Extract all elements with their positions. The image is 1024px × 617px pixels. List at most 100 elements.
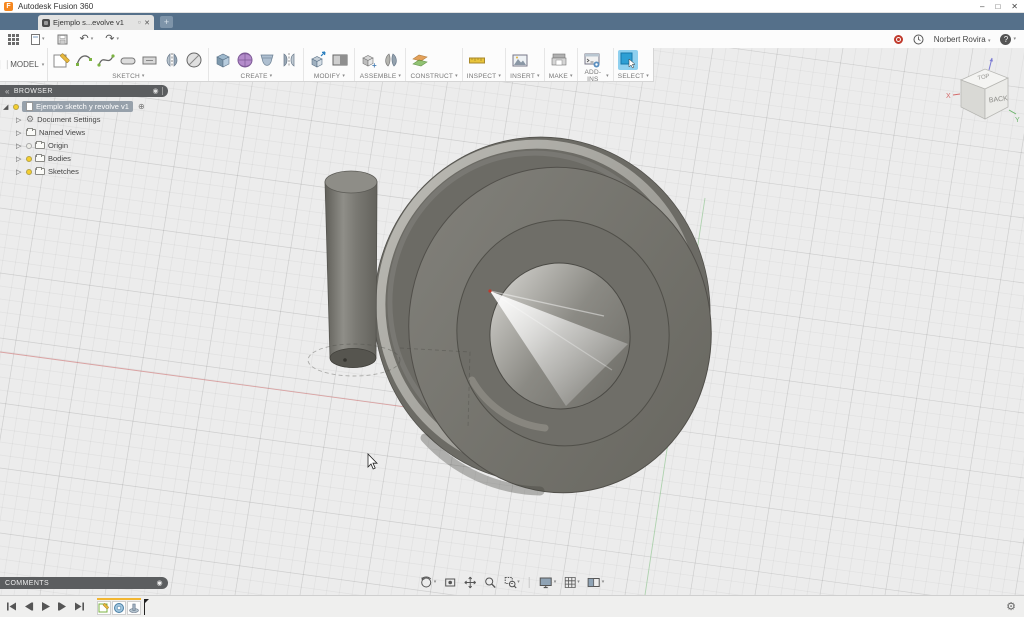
visibility-bulb-icon[interactable]	[26, 169, 32, 175]
expand-icon[interactable]: ▷	[16, 155, 23, 163]
panel-options-icon[interactable]: ◉	[152, 87, 163, 95]
add-icon[interactable]: ⊕	[138, 102, 145, 111]
minimize-button[interactable]: –	[980, 2, 984, 11]
joint-button[interactable]	[381, 50, 401, 70]
coil-button[interactable]	[235, 50, 255, 70]
revolve-button[interactable]	[279, 50, 299, 70]
undo-button[interactable]: ↶▾	[80, 34, 94, 45]
insert-image-button[interactable]	[510, 50, 530, 70]
job-status-icon[interactable]	[913, 34, 924, 45]
tree-item-label: Sketches	[48, 167, 79, 176]
zoom-button[interactable]	[483, 576, 496, 589]
tree-item-document-settings[interactable]: ▷ ⚙ Document Settings	[0, 113, 168, 126]
assemble-group-label[interactable]: ASSEMBLE▾	[359, 71, 401, 81]
document-tab[interactable]: Ejemplo s...evolve v1 ○ ✕	[38, 15, 154, 30]
construct-group-label[interactable]: CONSTRUCT▾	[410, 71, 457, 81]
new-body-button[interactable]	[213, 50, 233, 70]
step-back-button[interactable]	[23, 601, 34, 612]
look-at-button[interactable]	[443, 576, 456, 589]
redo-button[interactable]: ↷▾	[105, 34, 119, 45]
new-tab-button[interactable]: +	[160, 16, 173, 28]
app-grid-icon[interactable]	[8, 34, 19, 45]
timeline-settings-gear-icon[interactable]: ⚙	[1006, 600, 1016, 613]
file-menu-button[interactable]: ▾	[31, 34, 45, 45]
spline-tool-button[interactable]	[96, 50, 116, 70]
visibility-bulb-icon[interactable]	[26, 143, 32, 149]
visibility-bulb-icon[interactable]	[26, 156, 32, 162]
live-status-icon[interactable]	[894, 35, 903, 44]
timeline-features	[97, 598, 141, 615]
save-button[interactable]	[57, 34, 68, 45]
inspect-group-label[interactable]: INSPECT▾	[467, 71, 501, 81]
make-group-label[interactable]: MAKE▾	[549, 71, 573, 81]
quick-access-toolbar: ▾ ↶▾ ↷▾ Norbert Rovira ▾ ?▾	[0, 30, 1024, 48]
toolbar-drag-handle[interactable]: ❘❘	[0, 48, 7, 81]
expand-icon[interactable]: ◢	[3, 103, 10, 111]
tree-item-sketches[interactable]: ▷ Sketches	[0, 165, 168, 178]
tree-item-bodies[interactable]: ▷ Bodies	[0, 152, 168, 165]
user-menu[interactable]: Norbert Rovira ▾	[934, 35, 991, 44]
visibility-bulb-icon[interactable]	[13, 104, 19, 110]
origin-point	[488, 289, 491, 292]
tree-item-origin[interactable]: ▷ Origin	[0, 139, 168, 152]
press-pull-button[interactable]	[308, 50, 328, 70]
slot-tool-button[interactable]	[118, 50, 138, 70]
viewcube[interactable]: TOP BACK X Y	[945, 56, 1021, 132]
tree-item-named-views[interactable]: ▷ Named Views	[0, 126, 168, 139]
sketch-circle-button[interactable]	[184, 50, 204, 70]
step-forward-button[interactable]	[57, 601, 68, 612]
os-titlebar: F Autodesk Fusion 360 – □ ✕	[0, 0, 1024, 13]
select-tool-button[interactable]	[618, 50, 638, 70]
split-face-button[interactable]	[330, 50, 350, 70]
timeline-revolve-feature[interactable]	[112, 601, 126, 615]
addins-group-label[interactable]: ADD-INS▾	[582, 71, 609, 81]
play-button[interactable]	[40, 601, 51, 612]
model-pulley-body[interactable]	[352, 115, 733, 512]
measure-button[interactable]	[467, 50, 487, 70]
sketch-group-label[interactable]: SKETCH▾	[52, 71, 204, 81]
arc-tool-button[interactable]	[74, 50, 94, 70]
3d-print-button[interactable]	[549, 50, 569, 70]
browser-header[interactable]: « BROWSER ◉	[0, 85, 168, 97]
create-group-label[interactable]: CREATE▾	[213, 71, 299, 81]
model-rod[interactable]	[325, 171, 377, 368]
grid-snap-button[interactable]: ▾	[563, 576, 580, 589]
sketch-mirror-button[interactable]	[162, 50, 182, 70]
scripts-addins-button[interactable]	[582, 50, 602, 70]
workspace-switcher[interactable]: MODEL▾	[7, 48, 48, 81]
skip-to-end-button[interactable]	[74, 601, 85, 612]
expand-icon[interactable]: ▷	[16, 116, 23, 124]
timeline-playback-controls	[6, 601, 85, 612]
tab-close-icon[interactable]: ✕	[144, 19, 150, 27]
ribbon-group-create: CREATE▾	[209, 48, 304, 81]
timeline-playhead[interactable]	[142, 599, 152, 615]
viewports-button[interactable]: ▾	[587, 576, 605, 589]
comments-bar[interactable]: COMMENTS ◉	[0, 577, 168, 589]
loft-button[interactable]	[257, 50, 277, 70]
collapse-panel-icon[interactable]: «	[5, 87, 10, 96]
viewport-canvas[interactable]: ❘❘ MODEL▾ SKETCH▾	[0, 48, 1024, 595]
skip-to-start-button[interactable]	[6, 601, 17, 612]
svg-text:+: +	[372, 61, 377, 70]
insert-group-label[interactable]: INSERT▾	[510, 71, 540, 81]
timeline-revolve2-feature[interactable]	[127, 601, 141, 615]
expand-icon[interactable]: ▷	[16, 129, 23, 137]
timeline-sketch-feature[interactable]	[97, 601, 111, 615]
expand-icon[interactable]: ▷	[16, 168, 23, 176]
rectangle-tool-button[interactable]	[140, 50, 160, 70]
close-button[interactable]: ✕	[1011, 2, 1018, 11]
pan-button[interactable]	[463, 576, 476, 589]
display-settings-button[interactable]: ▾	[539, 576, 557, 589]
orbit-button[interactable]: ▾	[420, 576, 437, 589]
select-group-label[interactable]: SELECT▾	[618, 71, 649, 81]
modify-group-label[interactable]: MODIFY▾	[308, 71, 350, 81]
zoom-window-button[interactable]: ▾	[503, 576, 520, 589]
help-menu[interactable]: ?▾	[1000, 34, 1016, 45]
panel-options-icon[interactable]: ◉	[156, 579, 163, 587]
expand-icon[interactable]: ▷	[16, 142, 23, 150]
tree-root-row[interactable]: ◢ Ejemplo sketch y revolve v1 ⊕	[0, 100, 168, 113]
create-sketch-button[interactable]	[52, 50, 72, 70]
maximize-button[interactable]: □	[995, 2, 1000, 11]
new-component-button[interactable]: +	[359, 50, 379, 70]
construction-plane-button[interactable]	[410, 50, 430, 70]
